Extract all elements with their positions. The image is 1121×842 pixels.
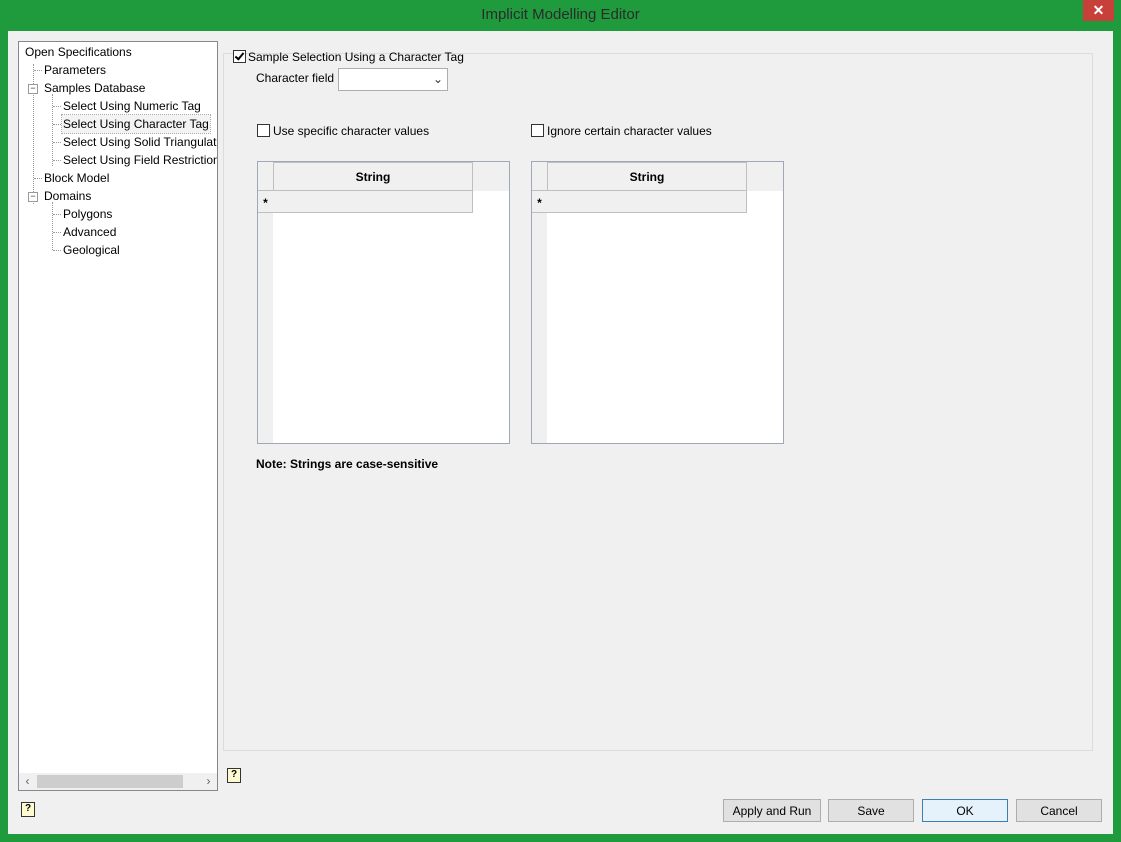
cancel-button[interactable]: Cancel <box>1016 799 1102 822</box>
tree-connector <box>53 124 61 125</box>
collapse-samples-database-icon[interactable]: − <box>28 84 38 94</box>
character-field-dropdown[interactable]: ⌄ <box>338 68 448 91</box>
string-column-header[interactable]: String <box>273 162 473 191</box>
tree-item-select-field-restrictions[interactable]: Select Using Field Restrictions <box>63 151 217 169</box>
tree-connector <box>53 232 61 233</box>
sample-selection-label[interactable]: Sample Selection Using a Character Tag <box>248 50 464 64</box>
tree-connector <box>52 202 53 250</box>
tree-connector <box>53 214 61 215</box>
case-sensitive-note: Note: Strings are case-sensitive <box>256 457 439 471</box>
tree-connector <box>34 70 42 71</box>
tree-connector <box>34 178 42 179</box>
chevron-down-icon: ⌄ <box>432 72 443 86</box>
sample-selection-checkbox[interactable] <box>233 50 246 63</box>
save-button[interactable]: Save <box>828 799 914 822</box>
tree-item-samples-database[interactable]: Samples Database <box>44 79 145 97</box>
specific-values-grid[interactable]: String * <box>257 161 510 444</box>
close-icon: ✕ <box>1092 2 1105 18</box>
new-row-marker: * <box>258 191 273 213</box>
navigation-tree[interactable]: − − Open Specifications Parameters Sampl… <box>18 41 218 791</box>
client-area: − − Open Specifications Parameters Sampl… <box>8 31 1113 834</box>
ok-button[interactable]: OK <box>922 799 1008 822</box>
tree-item-select-numeric-tag[interactable]: Select Using Numeric Tag <box>63 97 201 115</box>
tree-item-geological[interactable]: Geological <box>63 241 120 259</box>
ignore-certain-values-checkbox[interactable] <box>531 124 544 137</box>
tree-item-domains[interactable]: Domains <box>44 187 91 205</box>
grid-corner <box>258 162 273 191</box>
title-bar[interactable]: Implicit Modelling Editor ✕ <box>0 0 1121 31</box>
editor-window: Implicit Modelling Editor ✕ − − Open Spe… <box>0 0 1121 842</box>
string-column-header[interactable]: String <box>547 162 747 191</box>
tree-item-advanced[interactable]: Advanced <box>63 223 116 241</box>
tree-connector <box>53 250 61 251</box>
tree-item-parameters[interactable]: Parameters <box>44 61 106 79</box>
character-field-label: Character field <box>256 71 335 85</box>
tree-item-open-specifications[interactable]: Open Specifications <box>25 43 132 61</box>
ignore-values-grid[interactable]: String * <box>531 161 784 444</box>
tree-horizontal-scrollbar[interactable]: ‹ › <box>19 773 217 790</box>
tree-connector <box>53 142 61 143</box>
use-specific-values-label[interactable]: Use specific character values <box>273 124 429 138</box>
tree-connector <box>52 94 53 166</box>
scroll-right-icon[interactable]: › <box>200 773 217 790</box>
tree-item-block-model[interactable]: Block Model <box>44 169 109 187</box>
tree-item-select-solid-triangulation[interactable]: Select Using Solid Triangulati <box>63 133 217 151</box>
tree-item-polygons[interactable]: Polygons <box>63 205 112 223</box>
ignore-certain-values-label[interactable]: Ignore certain character values <box>547 124 712 138</box>
new-row-cell[interactable] <box>547 191 747 213</box>
close-button[interactable]: ✕ <box>1083 0 1114 21</box>
grid-corner <box>532 162 547 191</box>
panel-help-icon[interactable]: ? <box>227 768 241 783</box>
window-title: Implicit Modelling Editor <box>481 6 640 23</box>
use-specific-values-checkbox[interactable] <box>257 124 270 137</box>
collapse-domains-icon[interactable]: − <box>28 192 38 202</box>
tree-connector <box>53 106 61 107</box>
dialog-help-icon[interactable]: ? <box>21 802 35 817</box>
tree-item-select-character-tag[interactable]: Select Using Character Tag <box>61 114 211 134</box>
apply-and-run-button[interactable]: Apply and Run <box>723 799 821 822</box>
scroll-thumb[interactable] <box>37 775 183 788</box>
new-row-marker: * <box>532 191 547 213</box>
scroll-left-icon[interactable]: ‹ <box>19 773 36 790</box>
new-row-cell[interactable] <box>273 191 473 213</box>
header-fill <box>473 162 509 191</box>
tree-connector <box>53 160 61 161</box>
header-fill <box>747 162 783 191</box>
